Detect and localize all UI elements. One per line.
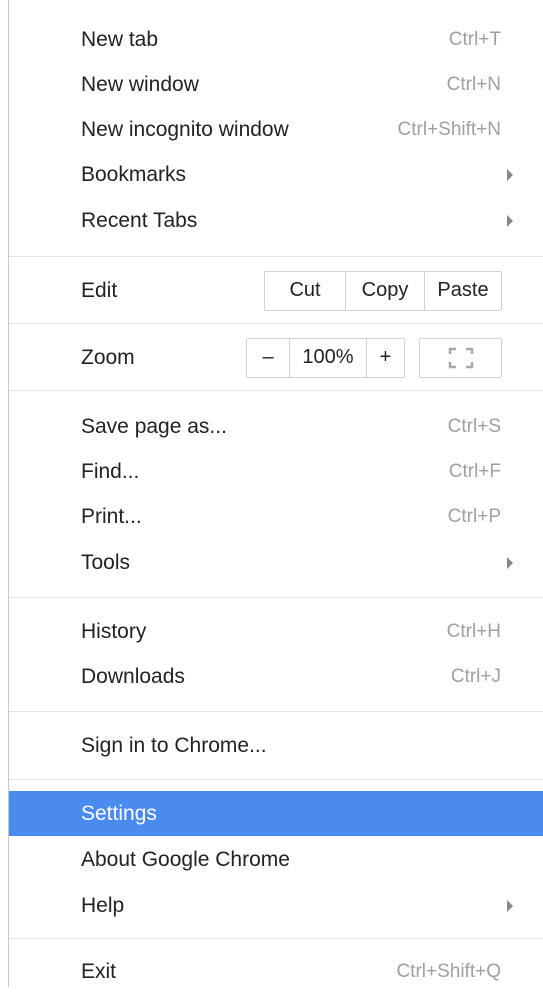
edit-button-group: Cut Copy Paste (264, 270, 502, 311)
menu-item-label: Help (81, 893, 125, 917)
menu-item-label: Edit (81, 278, 118, 302)
menu-item-label: History (81, 619, 147, 643)
menu-item-exit[interactable]: Exit Ctrl+Shift+Q (9, 949, 543, 994)
zoom-button-group: – 100% + (246, 337, 405, 378)
menu-separator (9, 390, 543, 391)
menu-item-label: About Google Chrome (81, 847, 290, 871)
menu-item-shortcut: Ctrl+S (447, 415, 501, 437)
menu-item-label: Print... (81, 504, 142, 528)
menu-item-new-tab[interactable]: New tab Ctrl+T (9, 17, 543, 62)
menu-item-shortcut: Ctrl+P (447, 505, 501, 527)
menu-item-shortcut: Ctrl+J (450, 665, 501, 687)
menu-separator (9, 256, 543, 257)
menu-item-recent-tabs[interactable]: Recent Tabs (9, 198, 543, 243)
menu-item-sign-in[interactable]: Sign in to Chrome... (9, 723, 543, 768)
zoom-level-value: 100% (289, 338, 366, 377)
copy-button[interactable]: Copy (345, 271, 424, 310)
menu-item-new-incognito-window[interactable]: New incognito window Ctrl+Shift+N (9, 107, 543, 152)
menu-item-label: New tab (81, 27, 159, 51)
menu-separator (9, 323, 543, 324)
fullscreen-button[interactable] (419, 337, 502, 378)
menu-item-label: Exit (81, 959, 117, 983)
menu-item-edit: Edit Cut Copy Paste (9, 268, 543, 313)
menu-separator (9, 597, 543, 598)
menu-item-about-google-chrome[interactable]: About Google Chrome (9, 837, 543, 882)
chrome-main-menu: New tab Ctrl+T New window Ctrl+N New inc… (8, 0, 543, 987)
menu-item-save-page-as[interactable]: Save page as... Ctrl+S (9, 404, 543, 449)
menu-item-label: Sign in to Chrome... (81, 733, 267, 757)
menu-item-label: Zoom (81, 345, 135, 369)
menu-separator (9, 711, 543, 712)
menu-item-label: Tools (81, 550, 131, 574)
submenu-arrow-icon (507, 168, 513, 181)
menu-item-shortcut: Ctrl+H (446, 620, 501, 642)
menu-item-shortcut: Ctrl+Shift+N (397, 118, 501, 140)
menu-item-tools[interactable]: Tools (9, 540, 543, 585)
fullscreen-icon (448, 347, 473, 368)
menu-item-label: Recent Tabs (81, 208, 198, 232)
menu-item-label: Settings (81, 801, 157, 825)
menu-item-label: Downloads (81, 664, 185, 688)
menu-item-settings[interactable]: Settings (9, 791, 543, 836)
menu-item-shortcut: Ctrl+T (448, 28, 501, 50)
submenu-arrow-icon (507, 556, 513, 569)
menu-item-shortcut: Ctrl+N (446, 73, 501, 95)
menu-item-shortcut: Ctrl+Shift+Q (396, 960, 501, 982)
cut-button[interactable]: Cut (265, 272, 345, 310)
zoom-in-button[interactable]: + (366, 338, 404, 377)
menu-separator (9, 779, 543, 780)
submenu-arrow-icon (507, 899, 513, 912)
menu-item-zoom: Zoom – 100% + (9, 335, 543, 380)
menu-item-print[interactable]: Print... Ctrl+P (9, 494, 543, 539)
submenu-arrow-icon (507, 214, 513, 227)
paste-button[interactable]: Paste (424, 271, 501, 310)
menu-item-history[interactable]: History Ctrl+H (9, 609, 543, 654)
menu-item-label: Bookmarks (81, 162, 187, 186)
menu-item-label: Save page as... (81, 414, 227, 438)
menu-item-label: Find... (81, 459, 140, 483)
menu-item-bookmarks[interactable]: Bookmarks (9, 152, 543, 197)
menu-item-shortcut: Ctrl+F (448, 460, 501, 482)
menu-item-label: New incognito window (81, 117, 289, 141)
zoom-out-button[interactable]: – (247, 339, 289, 377)
menu-item-find[interactable]: Find... Ctrl+F (9, 449, 543, 494)
menu-item-help[interactable]: Help (9, 883, 543, 928)
menu-item-new-window[interactable]: New window Ctrl+N (9, 62, 543, 107)
menu-separator (9, 938, 543, 939)
menu-item-label: New window (81, 72, 199, 96)
menu-item-downloads[interactable]: Downloads Ctrl+J (9, 654, 543, 699)
